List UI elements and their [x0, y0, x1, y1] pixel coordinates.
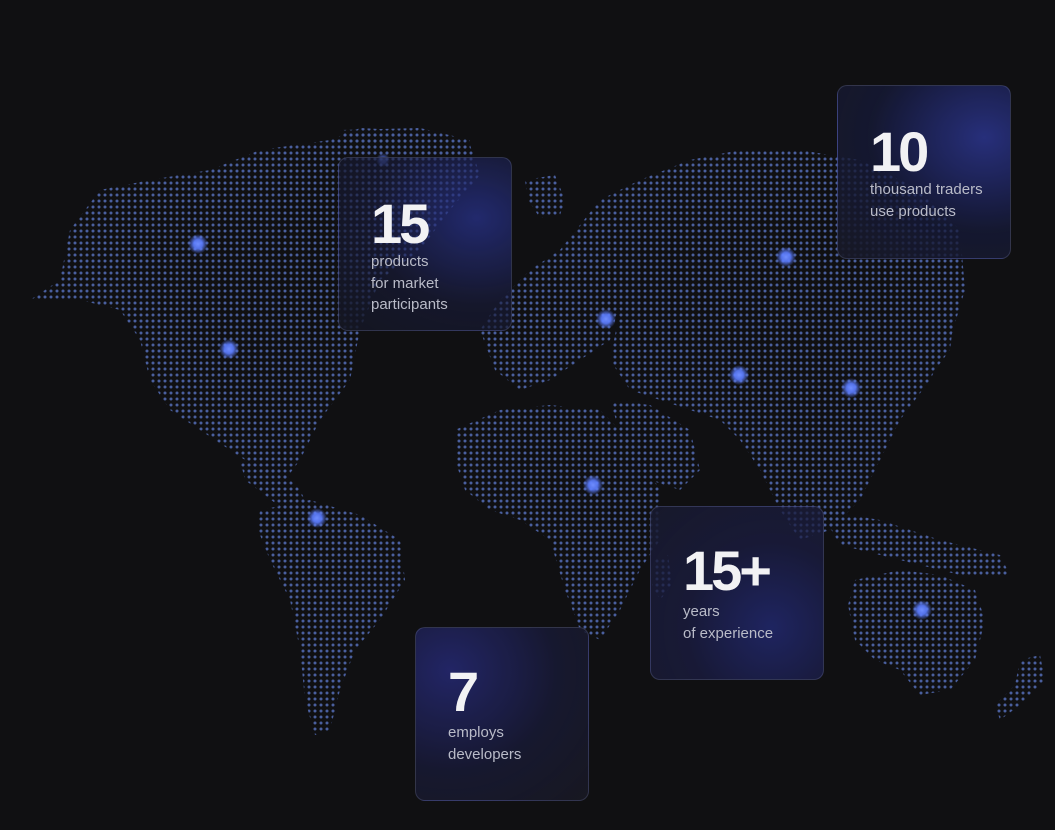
continent-new-zealand	[995, 655, 1045, 720]
stat-card-developers: 7 employs developers	[415, 627, 589, 801]
location-marker	[776, 247, 796, 267]
stat-label: years of experience	[683, 603, 774, 642]
stat-label: thousand traders use products	[870, 181, 983, 220]
location-marker	[307, 508, 327, 528]
location-marker	[219, 339, 239, 359]
continent-south-america	[258, 500, 405, 735]
location-marker	[188, 234, 208, 254]
continent-southeast-asia	[820, 510, 1010, 575]
continent-australia	[848, 570, 985, 695]
location-marker	[583, 475, 603, 495]
stat-card-traders: 10 thousand traders use products	[837, 85, 1011, 259]
stat-value: 15+	[683, 539, 772, 602]
continent-africa	[455, 405, 660, 640]
stat-label: employs developers	[448, 724, 522, 763]
stat-card-products: 15 products for market participants	[338, 157, 512, 331]
continent-scandinavia	[525, 175, 565, 218]
stat-value: 15	[371, 192, 430, 255]
location-marker	[729, 365, 749, 385]
location-marker	[912, 600, 932, 620]
stat-card-experience: 15+ years of experience	[650, 506, 824, 680]
stat-value: 10	[870, 120, 929, 183]
stat-value: 7	[448, 660, 479, 723]
stat-label: products for market participants	[371, 253, 448, 313]
location-marker	[596, 309, 616, 329]
location-marker	[841, 378, 861, 398]
